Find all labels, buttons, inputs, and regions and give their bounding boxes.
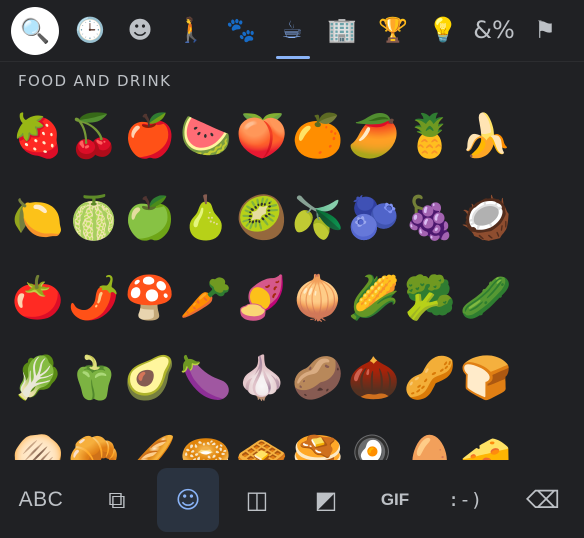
emoji-key[interactable]: 🧇 [234,430,290,461]
emoji-key[interactable]: 🍏 [122,190,178,246]
emoji-key[interactable]: 🥦 [402,270,458,326]
bitmoji-icon[interactable]: ◩ [295,468,357,532]
emoji-key[interactable]: 🍑 [234,108,290,164]
emoji-key[interactable]: 🥔 [290,350,346,406]
activities-icon[interactable]: 🏆 [371,8,415,52]
emoji-key[interactable]: 🫓 [10,430,66,461]
recent-icon[interactable]: 🕒 [68,8,112,52]
emoji-key[interactable]: 🍇 [402,190,458,246]
emoji-key[interactable]: 🧅 [290,270,346,326]
flags-icon[interactable]: ⚑ [523,8,567,52]
emoji-key[interactable]: 🍒 [66,108,122,164]
emoji-key[interactable]: 🫑 [66,350,122,406]
symbols-icon[interactable]: &% [472,8,516,52]
emoji-key[interactable]: 🍌 [458,108,514,164]
food-drink-icon[interactable]: ☕ [270,8,314,52]
emoji-key[interactable]: 🥐 [66,430,122,461]
emoji-key[interactable]: 🥬 [10,350,66,406]
emoji-key[interactable]: 🥯 [178,430,234,461]
bottom-bar: ABC ⧉ ☺ ◫ ◩ GIF :-) ⌫ [0,460,584,538]
travel-places-icon[interactable]: 🏢 [320,8,364,52]
emoji-key[interactable]: 🍊 [290,108,346,164]
emoji-key[interactable]: 🧀 [458,430,514,461]
category-bar: 🔍 🕒 ☻ 🚶 🐾 ☕ 🏢 🏆 💡 &% ⚑ [0,0,584,62]
emoji-key[interactable]: 🍳 [346,430,402,461]
emoji-key[interactable]: 🍞 [458,350,514,406]
emoji-grid: 🍓 🍒 🍎 🍉 🍑 🍊 🥭 🍍 🍌 🍋 🍈 🍏 🍐 🥝 🫒 🫐 🍇 🥥 🍅 🌶️ 🍄 🥕 🍠 🧅 🌽 🥦 🥒 🥬 🫑 🥑 🍆 🧄 🥔 🌰 🥜 🍞 🫓 🥐 🥖… [0,100,584,461]
backspace-icon[interactable]: ⌫ [512,468,574,532]
emoji-key[interactable]: 🍉 [178,108,234,164]
search-icon[interactable]: 🔍 [11,7,59,55]
emoji-key[interactable]: 🍆 [178,350,234,406]
objects-icon[interactable]: 💡 [421,8,465,52]
emoji-key[interactable]: 🥖 [122,430,178,461]
emoji-key[interactable]: 🥕 [178,270,234,326]
emoji-key[interactable]: 🍄 [122,270,178,326]
section-title: FOOD AND DRINK [18,72,172,90]
emoji-key[interactable]: 🍈 [66,190,122,246]
emoji-key[interactable]: 🌽 [346,270,402,326]
emoji-key[interactable]: 🥒 [458,270,514,326]
people-icon[interactable]: 🚶 [169,8,213,52]
emoji-key[interactable]: 🌰 [346,350,402,406]
emoticon-button[interactable]: :-) [434,468,496,532]
emoji-key[interactable]: 🌶️ [66,270,122,326]
emoji-key[interactable]: 🍅 [10,270,66,326]
emoji-key[interactable]: 🍐 [178,190,234,246]
emoji-key[interactable]: 🫐 [346,190,402,246]
active-category-indicator [276,56,310,59]
emoji-key[interactable]: 🍓 [10,108,66,164]
emoji-key[interactable]: 🥭 [346,108,402,164]
emoji-key[interactable]: 🧄 [234,350,290,406]
emoji-key[interactable]: 🥑 [122,350,178,406]
emoji-key[interactable]: 🥥 [458,190,514,246]
sticker-icon[interactable]: ◫ [226,468,288,532]
emoji-key[interactable]: 🍎 [122,108,178,164]
gif-button[interactable]: GIF [364,468,426,532]
emoji-key[interactable]: 🥜 [402,350,458,406]
emoji-key[interactable]: 🍠 [234,270,290,326]
sticker-search-icon[interactable]: ⧉ [86,468,148,532]
emoji-key[interactable]: 🍍 [402,108,458,164]
divider [0,61,584,62]
smileys-icon[interactable]: ☻ [118,8,162,52]
abc-keyboard-button[interactable]: ABC [12,468,70,532]
emoji-key[interactable]: 🥞 [290,430,346,461]
emoji-key[interactable]: 🍋 [10,190,66,246]
emoji-key[interactable]: 🥝 [234,190,290,246]
emoji-tab-icon[interactable]: ☺ [157,468,219,532]
animals-nature-icon[interactable]: 🐾 [219,8,263,52]
emoji-key[interactable]: 🫒 [290,190,346,246]
emoji-key[interactable]: 🥚 [402,430,458,461]
